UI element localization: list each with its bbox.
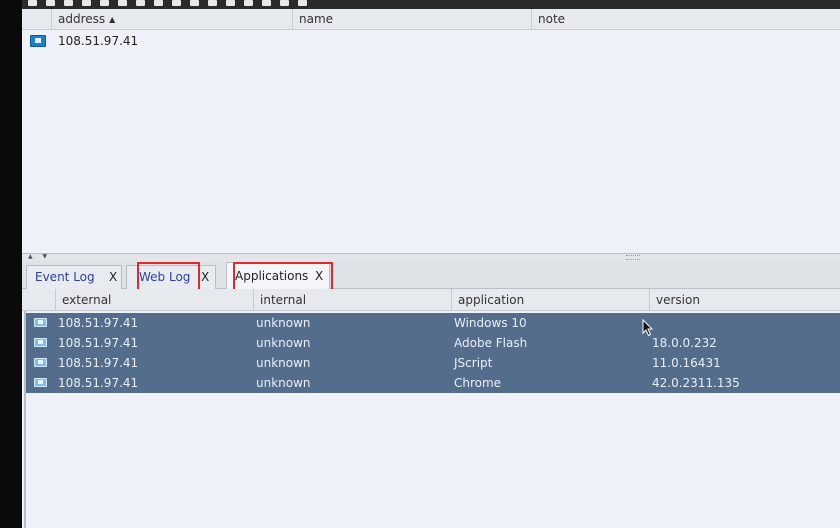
toolbar-icon[interactable] [226, 0, 235, 6]
applications-table: external internal application version 10… [22, 289, 840, 528]
column-header-name[interactable]: name [293, 9, 532, 29]
pane-splitter[interactable]: ▲ ▼ [22, 253, 840, 261]
tab-applications[interactable]: Applications X [226, 262, 330, 290]
tab-bar: Event Log X Web Log X Applications X [22, 261, 840, 290]
version-cell: 11.0.16431 [652, 356, 721, 370]
column-header-label: internal [260, 293, 307, 307]
column-header-label: note [538, 12, 566, 26]
toolbar-icon[interactable] [280, 0, 289, 6]
column-header-note[interactable]: note [532, 9, 840, 29]
toolbar-icon[interactable] [244, 0, 253, 6]
version-cell: 42.0.2311.135 [652, 376, 740, 390]
tab-label: Web Log [139, 270, 191, 284]
table-row[interactable]: 108.51.97.41 unknown Chrome 42.0.2311.13… [26, 373, 840, 393]
monitor-icon [34, 378, 47, 387]
column-header-version[interactable]: version [650, 289, 840, 311]
column-header-label: address [58, 12, 106, 26]
column-header-label: application [458, 293, 525, 307]
monitor-icon [34, 338, 47, 347]
toolbar-icon[interactable] [190, 0, 199, 6]
toolbar-icon[interactable] [28, 0, 37, 6]
application-cell: Adobe Flash [454, 336, 528, 350]
application-window: address ▲ name note 108.51.97.41 ▲ ▼ Even… [22, 0, 840, 528]
close-tab-icon[interactable]: X [315, 263, 323, 289]
column-header-label: version [656, 293, 700, 307]
toolbar-icon[interactable] [82, 0, 91, 6]
external-cell: 108.51.97.41 [58, 356, 139, 370]
version-cell: 18.0.0.232 [652, 336, 717, 350]
tab-event-log[interactable]: Event Log X [26, 265, 122, 289]
table-row[interactable]: 108.51.97.41 unknown Windows 10 [26, 313, 840, 333]
toolbar-icon[interactable] [262, 0, 271, 6]
splitter-grip-icon[interactable] [626, 255, 640, 260]
internal-cell: unknown [256, 356, 311, 370]
application-cell: Chrome [454, 376, 502, 390]
tab-web-log[interactable]: Web Log X [126, 265, 216, 289]
toolbar-icon[interactable] [298, 0, 307, 6]
internal-cell: unknown [256, 376, 311, 390]
table-row[interactable]: 108.51.97.41 unknown JScript 11.0.16431 [26, 353, 840, 373]
column-header-external[interactable]: external [56, 289, 254, 311]
toolbar-icon[interactable] [208, 0, 217, 6]
targets-table: address ▲ name note 108.51.97.41 [22, 9, 840, 253]
sort-ascending-icon: ▲ [109, 14, 116, 24]
tab-label: Applications [235, 269, 309, 283]
close-tab-icon[interactable]: X [201, 266, 209, 288]
column-header-internal[interactable]: internal [254, 289, 452, 311]
applications-table-header: external internal application version [22, 289, 840, 311]
external-cell: 108.51.97.41 [58, 376, 139, 390]
monitor-icon [34, 358, 47, 367]
table-row[interactable]: 108.51.97.41 [22, 31, 840, 51]
close-tab-icon[interactable]: X [109, 266, 117, 288]
toolbar-icon[interactable] [118, 0, 127, 6]
mouse-pointer-icon [642, 319, 654, 337]
tab-label: Event Log [35, 270, 95, 284]
column-header-label: external [62, 293, 112, 307]
toolbar [22, 0, 840, 9]
application-cell: Windows 10 [454, 316, 527, 330]
toolbar-icon[interactable] [154, 0, 163, 6]
toolbar-icon[interactable] [136, 0, 145, 6]
targets-table-header: address ▲ name note [22, 9, 840, 30]
external-cell: 108.51.97.41 [58, 336, 139, 350]
icon-column-header[interactable] [22, 9, 52, 29]
application-cell: JScript [454, 356, 493, 370]
column-header-label: name [299, 12, 334, 26]
column-header-address[interactable]: address ▲ [52, 9, 293, 29]
monitor-icon [34, 318, 47, 327]
table-row[interactable]: 108.51.97.41 unknown Adobe Flash 18.0.0.… [26, 333, 840, 353]
toolbar-icon[interactable] [46, 0, 55, 6]
address-cell: 108.51.97.41 [58, 34, 139, 48]
monitor-icon [30, 35, 46, 47]
column-header-application[interactable]: application [452, 289, 650, 311]
toolbar-icon[interactable] [100, 0, 109, 6]
collapse-arrows-icon[interactable]: ▲ ▼ [28, 254, 51, 260]
icon-column-header[interactable] [26, 289, 56, 311]
internal-cell: unknown [256, 336, 311, 350]
internal-cell: unknown [256, 316, 311, 330]
external-cell: 108.51.97.41 [58, 316, 139, 330]
toolbar-icon[interactable] [64, 0, 73, 6]
toolbar-icon[interactable] [172, 0, 181, 6]
